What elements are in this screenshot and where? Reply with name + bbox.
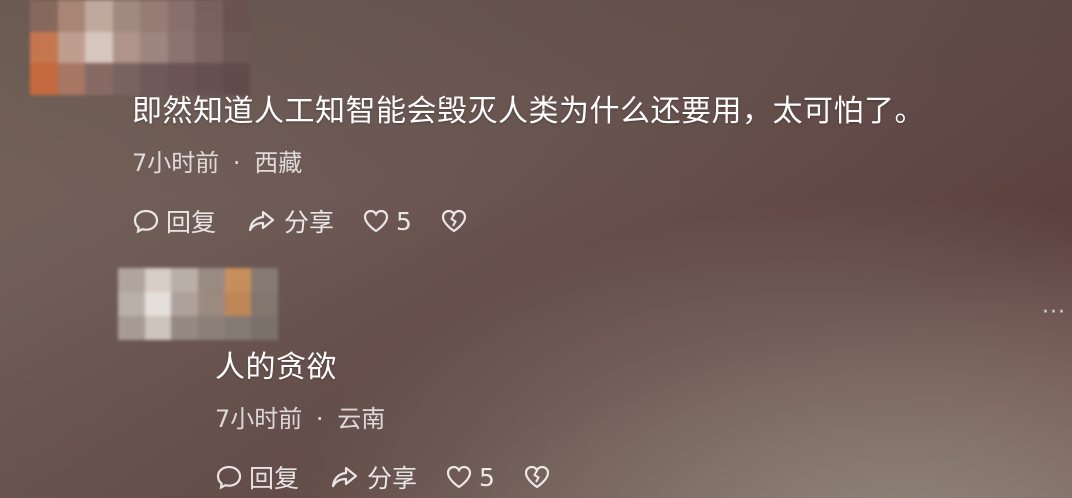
comment-meta: 7小时前 · 西藏 [132,143,302,178]
avatar-username-pixelated[interactable] [30,0,250,95]
meta-separator: · [315,405,324,433]
comment-actions: 回复 分享 5 [132,203,502,239]
reply-label: 回复 [249,464,300,493]
comment-text: 人的贪欲 [215,350,337,385]
reply-label: 回复 [166,208,217,237]
comment-time: 7小时前 [132,149,220,177]
dislike-button[interactable] [523,463,557,491]
reply-button[interactable]: 回复 [132,203,216,239]
dislike-button[interactable] [440,207,474,235]
like-button[interactable]: 5 [445,463,495,492]
like-button[interactable]: 5 [362,207,412,236]
meta-separator: · [232,149,241,177]
like-count: 5 [396,206,412,236]
comment-meta: 7小时前 · 云南 [215,399,385,434]
share-button[interactable]: 分享 [327,459,417,495]
heart-icon [446,465,472,489]
share-label: 分享 [284,208,335,237]
like-count: 5 [479,462,495,492]
comment-actions: 回复 分享 5 [215,459,585,495]
share-label: 分享 [367,464,418,493]
reply-button[interactable]: 回复 [215,459,299,495]
comment-bubble-icon [216,465,242,490]
comment-time: 7小时前 [215,405,303,433]
broken-heart-icon [524,465,550,489]
comment-bubble-icon [133,209,159,234]
comment-location: 云南 [337,405,386,433]
broken-heart-icon [441,209,467,233]
share-button[interactable]: 分享 [244,203,334,239]
avatar-username-pixelated[interactable] [118,268,278,340]
comment-text: 即然知道人工知智能会毁灭人类为什么还要用，太可怕了。 [132,94,925,129]
share-arrow-icon [248,210,275,232]
heart-icon [363,209,389,233]
more-options-button[interactable]: ··· [1042,300,1066,325]
share-arrow-icon [331,466,358,488]
comment-location: 西藏 [254,149,303,177]
